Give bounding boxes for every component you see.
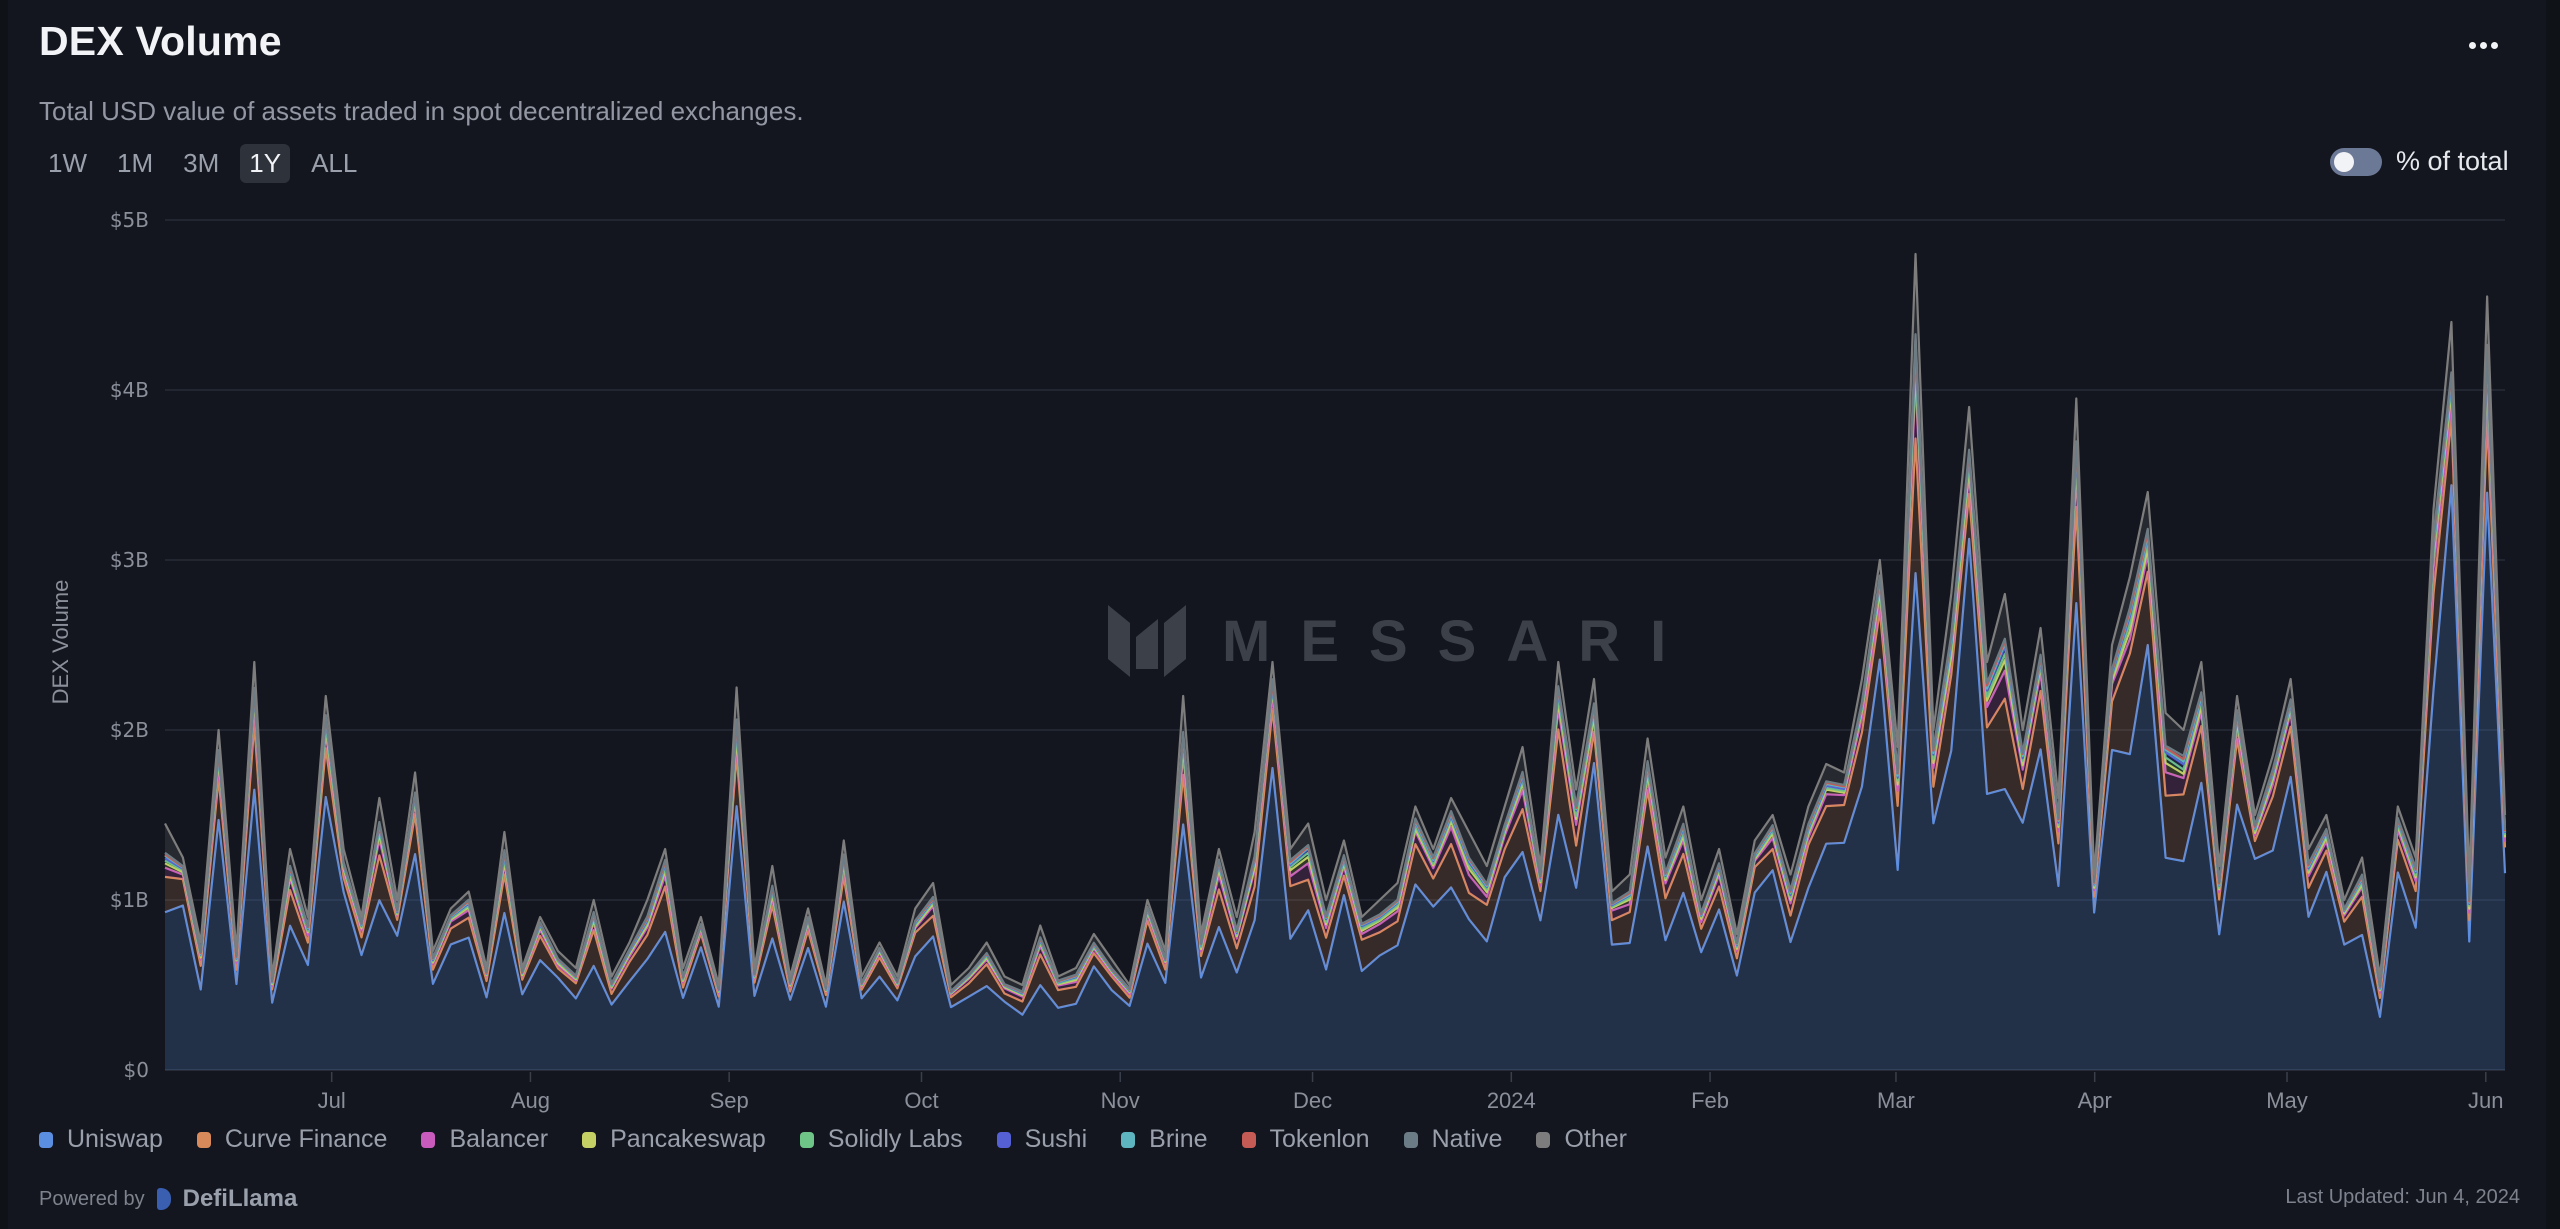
legend-item-sushi[interactable]: Sushi bbox=[996, 1125, 1088, 1154]
y-tick-label: $4B bbox=[110, 378, 149, 402]
chart-legend: Uniswap Curve Finance Balancer Pancakeswap S… bbox=[39, 1125, 1627, 1154]
ellipsis-icon bbox=[2479, 41, 2487, 49]
legend-swatch-icon bbox=[799, 1131, 814, 1148]
legend-swatch-icon bbox=[196, 1131, 211, 1148]
legend-label: Curve Finance bbox=[224, 1125, 388, 1153]
x-tick-label: Sep bbox=[710, 1088, 749, 1113]
x-tick-label: Jul bbox=[318, 1088, 346, 1113]
range-1w-button[interactable]: 1W bbox=[39, 144, 96, 183]
powered-by: Powered by DefiLlama bbox=[39, 1185, 297, 1213]
legend-swatch-icon bbox=[1121, 1131, 1136, 1148]
legend-label: Solidly Labs bbox=[827, 1125, 963, 1153]
time-range-selector: 1W 1M 3M 1Y ALL bbox=[39, 144, 366, 183]
defillama-name[interactable]: DefiLlama bbox=[183, 1185, 298, 1213]
legend-label: Brine bbox=[1149, 1125, 1208, 1153]
legend-item-balancer[interactable]: Balancer bbox=[421, 1125, 548, 1154]
legend-item-pancakeswap[interactable]: Pancakeswap bbox=[582, 1125, 766, 1154]
legend-label: Balancer bbox=[449, 1125, 549, 1153]
legend-label: Native bbox=[1431, 1125, 1503, 1153]
x-tick-label: Feb bbox=[1691, 1088, 1729, 1113]
percent-of-total-toggle[interactable] bbox=[2330, 147, 2382, 176]
defillama-logo-icon bbox=[156, 1188, 171, 1210]
range-all-button[interactable]: ALL bbox=[302, 144, 366, 183]
x-tick-label: Apr bbox=[2078, 1088, 2112, 1113]
legend-swatch-icon bbox=[996, 1131, 1011, 1148]
percent-of-total-control: % of total bbox=[2330, 146, 2509, 177]
more-options-button[interactable] bbox=[2466, 32, 2500, 58]
stacked-areas bbox=[164, 252, 2507, 1070]
y-axis: $0 $1B $2B $3B $4B $5B bbox=[110, 208, 149, 1082]
y-tick-label: $0 bbox=[124, 1058, 149, 1082]
legend-item-tokenlon[interactable]: Tokenlon bbox=[1241, 1125, 1370, 1154]
legend-item-native[interactable]: Native bbox=[1403, 1125, 1503, 1154]
x-tick-label: 2024 bbox=[1487, 1088, 1536, 1113]
range-1m-button[interactable]: 1M bbox=[108, 144, 162, 183]
legend-swatch-icon bbox=[421, 1131, 436, 1148]
legend-label: Pancakeswap bbox=[610, 1125, 766, 1153]
y-tick-label: $5B bbox=[110, 208, 149, 232]
x-tick-label: Aug bbox=[511, 1088, 550, 1113]
x-tick-label: May bbox=[2266, 1088, 2308, 1113]
legend-label: Tokenlon bbox=[1269, 1125, 1370, 1153]
x-tick-label: Dec bbox=[1293, 1088, 1332, 1113]
legend-swatch-icon bbox=[1536, 1131, 1551, 1148]
range-3m-button[interactable]: 3M bbox=[174, 144, 228, 183]
toggle-knob bbox=[2334, 151, 2354, 172]
x-tick-label: Oct bbox=[904, 1088, 938, 1113]
legend-item-brine[interactable]: Brine bbox=[1121, 1125, 1208, 1154]
chart-subtitle: Total USD value of assets traded in spot… bbox=[39, 96, 804, 126]
x-axis: Jul Aug Sep Oct Nov Dec 2024 Feb Mar Apr May Jun bbox=[318, 1072, 2504, 1113]
range-1y-button[interactable]: 1Y bbox=[240, 144, 291, 183]
ellipsis-icon bbox=[2490, 41, 2498, 49]
legend-swatch-icon bbox=[1403, 1131, 1418, 1148]
legend-swatch-icon bbox=[582, 1131, 597, 1148]
legend-item-curve-finance[interactable]: Curve Finance bbox=[196, 1125, 388, 1154]
legend-item-uniswap[interactable]: Uniswap bbox=[39, 1125, 163, 1154]
dex-volume-chart: $0 $1B $2B $3B $4B $5B Jul Aug Sep Oct Nov Dec 2024… bbox=[48, 208, 2507, 1113]
y-tick-label: $1B bbox=[110, 888, 149, 912]
last-updated: Last Updated: Jun 4, 2024 bbox=[2285, 1186, 2520, 1208]
y-axis-label: DEX Volume bbox=[48, 580, 73, 705]
legend-label: Sushi bbox=[1024, 1125, 1088, 1153]
legend-label: Uniswap bbox=[67, 1125, 163, 1153]
x-tick-label: Jun bbox=[2468, 1088, 2503, 1113]
legend-item-solidly-labs[interactable]: Solidly Labs bbox=[799, 1125, 963, 1154]
y-tick-label: $2B bbox=[110, 718, 149, 742]
y-tick-label: $3B bbox=[110, 548, 149, 572]
chart-title: DEX Volume bbox=[39, 18, 282, 64]
legend-swatch-icon bbox=[39, 1131, 53, 1148]
ellipsis-icon bbox=[2468, 41, 2476, 49]
x-tick-label: Nov bbox=[1101, 1088, 1140, 1113]
x-tick-label: Mar bbox=[1877, 1088, 1915, 1113]
legend-swatch-icon bbox=[1241, 1131, 1256, 1148]
legend-item-other[interactable]: Other bbox=[1536, 1125, 1627, 1154]
legend-label: Other bbox=[1564, 1125, 1627, 1153]
powered-by-text: Powered by bbox=[39, 1187, 145, 1210]
percent-of-total-label: % of total bbox=[2396, 146, 2509, 176]
